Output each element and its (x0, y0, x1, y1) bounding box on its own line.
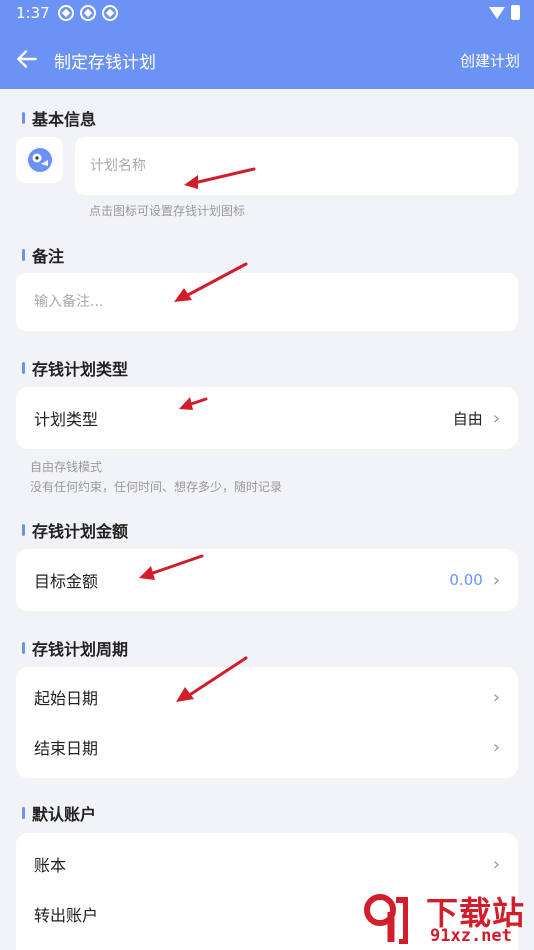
status-bar: 1:37 (0, 0, 534, 28)
status-time: 1:37 (16, 4, 50, 22)
page-title: 制定存钱计划 (54, 53, 156, 73)
chevron-right-icon: › (492, 686, 500, 708)
notification-icon (58, 5, 74, 21)
piggy-bank-icon (27, 148, 52, 172)
chevron-right-icon: › (492, 569, 500, 591)
book-label: 账本 (34, 856, 67, 875)
section-title-text: 存钱计划周期 (32, 640, 129, 659)
section-title-type: 存钱计划类型 (22, 356, 128, 380)
section-title-text: 默认账户 (32, 805, 97, 824)
section-title-basic: 基本信息 (22, 106, 96, 130)
notification-icon (80, 5, 96, 21)
chevron-right-icon: › (492, 853, 500, 875)
section-title-text: 存钱计划类型 (32, 360, 129, 379)
plan-type-card: 计划类型 自由 › (16, 387, 518, 449)
chevron-right-icon: › (492, 407, 500, 429)
type-desc-title: 自由存钱模式 (30, 460, 103, 474)
watermark-logo-icon (364, 894, 408, 944)
section-marker (22, 249, 25, 261)
note-input[interactable] (16, 273, 518, 331)
plan-type-value: 自由 (452, 409, 483, 428)
plan-icon-button[interactable] (16, 137, 63, 183)
section-title-period: 存钱计划周期 (22, 636, 128, 660)
end-date-row[interactable]: 结束日期 › (16, 722, 518, 772)
watermark-domain: 91xz.net (430, 926, 512, 946)
section-title-text: 存钱计划金额 (32, 522, 129, 541)
section-marker (22, 807, 25, 819)
section-marker (22, 362, 25, 374)
annotation-arrow-icon (174, 262, 248, 302)
annotation-arrow-icon (139, 554, 204, 580)
back-arrow-icon[interactable] (14, 46, 40, 72)
notification-icons (58, 5, 118, 21)
section-marker (22, 112, 25, 124)
app-bar: 制定存钱计划 创建计划 (0, 38, 534, 82)
top-bar: 1:37 制定存钱计划 创建计划 (0, 0, 534, 89)
end-date-label: 结束日期 (34, 739, 99, 758)
annotation-arrow-icon (184, 167, 256, 189)
target-amount-row[interactable]: 目标金额 0.00 › (16, 555, 518, 605)
section-marker (22, 642, 25, 654)
section-title-note: 备注 (22, 243, 64, 267)
start-date-label: 起始日期 (34, 689, 99, 708)
target-amount-value: 0.00 (449, 571, 483, 589)
section-title-account: 默认账户 (22, 801, 96, 825)
site-watermark: 下载站 91xz.net (358, 888, 534, 950)
section-title-text: 基本信息 (32, 110, 97, 129)
battery-icon (511, 5, 520, 20)
icon-hint: 点击图标可设置存钱计划图标 (89, 204, 246, 218)
section-title-amount: 存钱计划金额 (22, 518, 128, 542)
annotation-arrow-icon (176, 656, 248, 702)
target-amount-label: 目标金额 (34, 572, 99, 591)
section-title-text: 备注 (32, 247, 65, 266)
system-icons (489, 5, 520, 20)
create-plan-button[interactable]: 创建计划 (460, 50, 520, 71)
period-card: 起始日期 › 结束日期 › (16, 667, 518, 778)
type-desc-detail: 没有任何约束，任何时间、想存多少，随时记录 (30, 480, 283, 494)
amount-card: 目标金额 0.00 › (16, 549, 518, 611)
start-date-row[interactable]: 起始日期 › (16, 672, 518, 722)
section-marker (22, 524, 25, 536)
chevron-right-icon: › (492, 736, 500, 758)
plan-name-input[interactable] (75, 137, 518, 195)
annotation-arrow-icon (179, 397, 208, 410)
plan-type-label: 计划类型 (34, 410, 99, 429)
wifi-icon (489, 6, 505, 19)
plan-type-row[interactable]: 计划类型 自由 › (16, 393, 518, 443)
notification-icon (102, 5, 118, 21)
book-row[interactable]: 账本 › (16, 839, 518, 889)
